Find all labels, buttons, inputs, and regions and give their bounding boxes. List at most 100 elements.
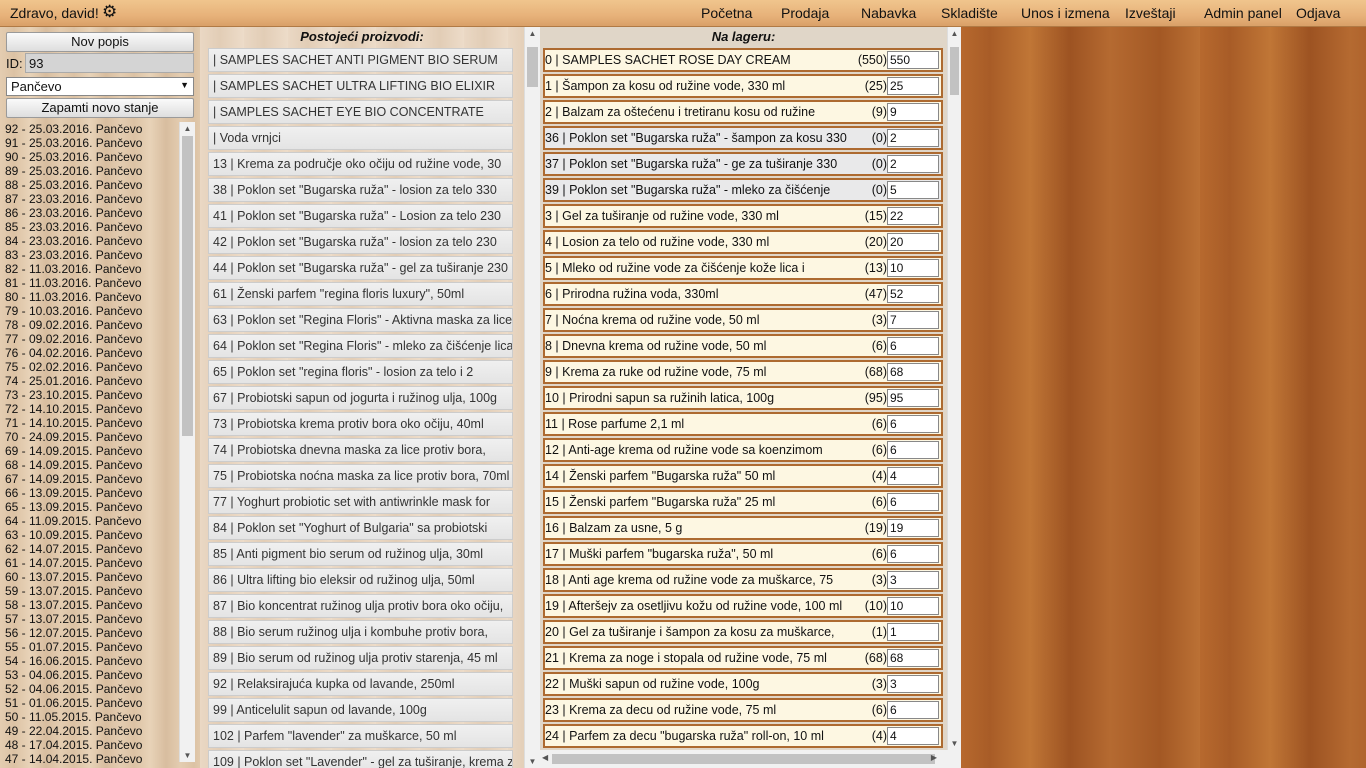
history-item[interactable]: 84 - 23.03.2016. Pančevo [5, 234, 178, 248]
stock-scrollbar[interactable]: ▲ ▼ [947, 27, 961, 750]
stock-count-input[interactable] [887, 389, 939, 407]
history-item[interactable]: 55 - 01.07.2015. Pančevo [5, 640, 178, 654]
history-item[interactable]: 74 - 25.01.2016. Pančevo [5, 374, 178, 388]
history-scrollbar[interactable]: ▲ ▼ [179, 122, 195, 762]
existing-product-item[interactable]: 86 | Ultra lifting bio eleksir od ružino… [208, 568, 513, 592]
history-item[interactable]: 85 - 23.03.2016. Pančevo [5, 220, 178, 234]
stock-row[interactable]: 11 | Rose parfume 2,1 ml (6) [543, 412, 943, 436]
history-item[interactable]: 64 - 11.09.2015. Pančevo [5, 514, 178, 528]
nav-pocetna[interactable]: Početna [701, 5, 752, 21]
history-item[interactable]: 75 - 02.02.2016. Pančevo [5, 360, 178, 374]
history-item[interactable]: 54 - 16.06.2015. Pančevo [5, 654, 178, 668]
history-item[interactable]: 56 - 12.07.2015. Pančevo [5, 626, 178, 640]
history-item[interactable]: 60 - 13.07.2015. Pančevo [5, 570, 178, 584]
stock-row[interactable]: 17 | Muški parfem "bugarska ruža", 50 ml… [543, 542, 943, 566]
stock-count-input[interactable] [887, 285, 939, 303]
history-item[interactable]: 91 - 25.03.2016. Pančevo [5, 136, 178, 150]
stock-count-input[interactable] [887, 363, 939, 381]
existing-product-item[interactable]: 13 | Krema za područje oko očiju od ruži… [208, 152, 513, 176]
stock-count-input[interactable] [887, 727, 939, 745]
history-item[interactable]: 65 - 13.09.2015. Pančevo [5, 500, 178, 514]
scroll-thumb[interactable] [182, 136, 193, 436]
stock-count-input[interactable] [887, 51, 939, 69]
stock-count-input[interactable] [887, 207, 939, 225]
scroll-down-icon[interactable]: ▼ [525, 755, 540, 768]
stock-row[interactable]: 36 | Poklon set "Bugarska ruža" - šampon… [543, 126, 943, 150]
stock-count-input[interactable] [887, 493, 939, 511]
existing-product-item[interactable]: 44 | Poklon set "Bugarska ruža" - gel za… [208, 256, 513, 280]
location-select[interactable]: Pančevo ▼ [6, 77, 194, 96]
existing-product-item[interactable]: 84 | Poklon set "Yoghurt of Bulgaria" sa… [208, 516, 513, 540]
stock-row[interactable]: 22 | Muški sapun od ružine vode, 100g (3) [543, 672, 943, 696]
history-item[interactable]: 66 - 13.09.2015. Pančevo [5, 486, 178, 500]
history-item[interactable]: 58 - 13.07.2015. Pančevo [5, 598, 178, 612]
nav-nabavka[interactable]: Nabavka [861, 5, 916, 21]
products-scrollbar[interactable]: ▲ ▼ [524, 27, 540, 768]
new-inventory-button[interactable]: Nov popis [6, 32, 194, 52]
stock-row[interactable]: 23 | Krema za decu od ružine vode, 75 ml… [543, 698, 943, 722]
existing-product-item[interactable]: 87 | Bio koncentrat ružinog ulja protiv … [208, 594, 513, 618]
history-item[interactable]: 80 - 11.03.2016. Pančevo [5, 290, 178, 304]
nav-skladiste[interactable]: Skladište [941, 5, 998, 21]
existing-product-item[interactable]: 85 | Anti pigment bio serum od ružinog u… [208, 542, 513, 566]
save-state-button[interactable]: Zapamti novo stanje [6, 98, 194, 118]
nav-odjava[interactable]: Odjava [1296, 5, 1340, 21]
existing-product-item[interactable]: 75 | Probiotska noćna maska za lice prot… [208, 464, 513, 488]
history-item[interactable]: 62 - 14.07.2015. Pančevo [5, 542, 178, 556]
stock-count-input[interactable] [887, 571, 939, 589]
history-item[interactable]: 72 - 14.10.2015. Pančevo [5, 402, 178, 416]
history-item[interactable]: 86 - 23.03.2016. Pančevo [5, 206, 178, 220]
stock-row[interactable]: 37 | Poklon set "Bugarska ruža" - ge za … [543, 152, 943, 176]
nav-prodaja[interactable]: Prodaja [781, 5, 829, 21]
history-item[interactable]: 70 - 24.09.2015. Pančevo [5, 430, 178, 444]
existing-product-item[interactable]: | Voda vrnjci [208, 126, 513, 150]
history-item[interactable]: 63 - 10.09.2015. Pančevo [5, 528, 178, 542]
stock-count-input[interactable] [887, 77, 939, 95]
existing-product-item[interactable]: 89 | Bio serum od ružinog ulja protiv st… [208, 646, 513, 670]
stock-count-input[interactable] [887, 467, 939, 485]
history-item[interactable]: 57 - 13.07.2015. Pančevo [5, 612, 178, 626]
stock-row[interactable]: 5 | Mleko od ružine vode za čišćenje kož… [543, 256, 943, 280]
stock-row[interactable]: 2 | Balzam za oštećenu i tretiranu kosu … [543, 100, 943, 124]
history-item[interactable]: 81 - 11.03.2016. Pančevo [5, 276, 178, 290]
existing-product-item[interactable]: 42 | Poklon set "Bugarska ruža" - losion… [208, 230, 513, 254]
history-item[interactable]: 61 - 14.07.2015. Pančevo [5, 556, 178, 570]
scroll-down-icon[interactable]: ▼ [180, 749, 195, 762]
stock-count-input[interactable] [887, 103, 939, 121]
existing-product-item[interactable]: 74 | Probiotska dnevna maska za lice pro… [208, 438, 513, 462]
scroll-right-icon[interactable]: ▶ [931, 753, 937, 762]
stock-count-input[interactable] [887, 233, 939, 251]
stock-row[interactable]: 0 | SAMPLES SACHET ROSE DAY CREAM (550) [543, 48, 943, 72]
history-item[interactable]: 83 - 23.03.2016. Pančevo [5, 248, 178, 262]
history-item[interactable]: 82 - 11.03.2016. Pančevo [5, 262, 178, 276]
nav-admin-panel[interactable]: Admin panel [1204, 5, 1282, 21]
scroll-down-icon[interactable]: ▼ [948, 737, 961, 750]
history-item[interactable]: 79 - 10.03.2016. Pančevo [5, 304, 178, 318]
stock-row[interactable]: 39 | Poklon set "Bugarska ruža" - mleko … [543, 178, 943, 202]
stock-row[interactable]: 20 | Gel za tuširanje i šampon za kosu z… [543, 620, 943, 644]
history-item[interactable]: 47 - 14.04.2015. Pančevo [5, 752, 178, 766]
stock-count-input[interactable] [887, 519, 939, 537]
stock-count-input[interactable] [887, 597, 939, 615]
history-item[interactable]: 71 - 14.10.2015. Pančevo [5, 416, 178, 430]
stock-row[interactable]: 21 | Krema za noge i stopala od ružine v… [543, 646, 943, 670]
stock-row[interactable]: 10 | Prirodni sapun sa ružinih latica, 1… [543, 386, 943, 410]
history-item[interactable]: 49 - 22.04.2015. Pančevo [5, 724, 178, 738]
stock-row[interactable]: 4 | Losion za telo od ružine vode, 330 m… [543, 230, 943, 254]
history-item[interactable]: 52 - 04.06.2015. Pančevo [5, 682, 178, 696]
stock-row[interactable]: 16 | Balzam za usne, 5 g (19) [543, 516, 943, 540]
scroll-thumb[interactable] [950, 47, 959, 95]
history-item[interactable]: 78 - 09.02.2016. Pančevo [5, 318, 178, 332]
stock-count-input[interactable] [887, 675, 939, 693]
history-item[interactable]: 53 - 04.06.2015. Pančevo [5, 668, 178, 682]
history-item[interactable]: 48 - 17.04.2015. Pančevo [5, 738, 178, 752]
existing-product-item[interactable]: 63 | Poklon set "Regina Floris" - Aktivn… [208, 308, 513, 332]
stock-row[interactable]: 12 | Anti-age krema od ružine vode sa ko… [543, 438, 943, 462]
gear-icon[interactable]: ⚙ [102, 3, 117, 21]
stock-row[interactable]: 24 | Parfem za decu "bugarska ruža" roll… [543, 724, 943, 748]
scroll-up-icon[interactable]: ▲ [180, 122, 195, 135]
existing-product-item[interactable]: | SAMPLES SACHET ULTRA LIFTING BIO ELIXI… [208, 74, 513, 98]
existing-product-item[interactable]: 38 | Poklon set "Bugarska ruža" - losion… [208, 178, 513, 202]
stock-count-input[interactable] [887, 129, 939, 147]
stock-count-input[interactable] [887, 181, 939, 199]
